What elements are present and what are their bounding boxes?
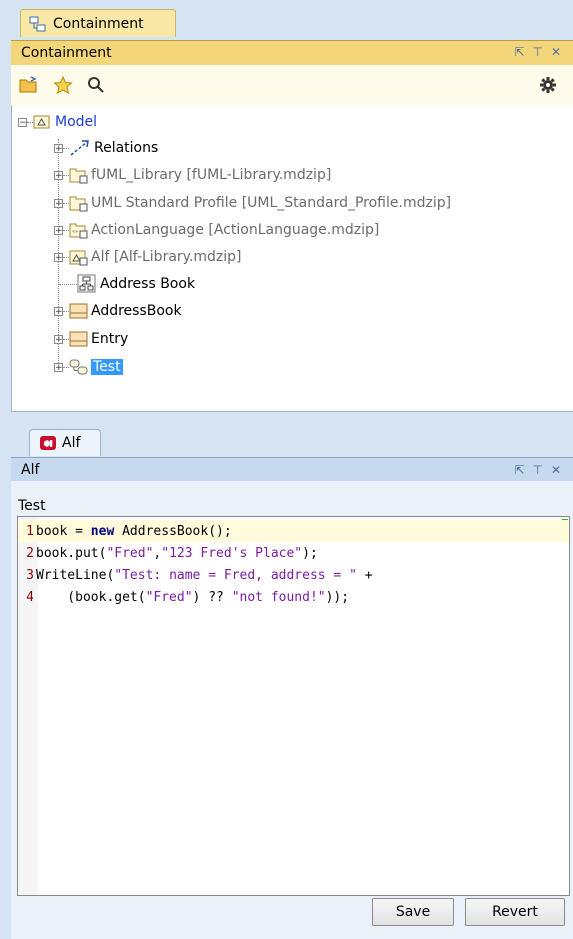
gear-icon[interactable] bbox=[539, 76, 557, 94]
tree-item-label: Test bbox=[91, 359, 123, 375]
model-lock-icon bbox=[69, 250, 88, 266]
tree-item-address-book-diagram[interactable]: Address Book bbox=[59, 272, 195, 296]
tree-item-test-activity[interactable]: + Test bbox=[54, 355, 123, 379]
package-lock-icon bbox=[69, 196, 88, 212]
tree-item-fuml-library[interactable]: + fUML_Library [fUML-Library.mdzip] bbox=[54, 163, 331, 187]
containment-panel-title: Containment bbox=[21, 45, 112, 61]
tree-item-label: Relations bbox=[94, 140, 159, 156]
containment-panel-header: Containment ⇱ ⊤ ✕ bbox=[11, 40, 573, 65]
expand-icon[interactable]: + bbox=[54, 252, 63, 262]
code-line[interactable]: 1 book = new AddressBook(); bbox=[18, 520, 569, 542]
code-text: book = bbox=[36, 523, 91, 539]
expand-icon[interactable]: + bbox=[54, 334, 63, 344]
code-line[interactable]: 2 book.put("Fred", "123 Fred's Place"); bbox=[18, 542, 569, 564]
model-icon bbox=[33, 115, 50, 129]
tree-item-label: AddressBook bbox=[91, 303, 182, 319]
code-text: WriteLine( bbox=[36, 567, 115, 583]
code-string: "not found!" bbox=[231, 589, 326, 605]
expand-icon[interactable]: + bbox=[54, 198, 63, 208]
tree-item-entry-class[interactable]: + Entry bbox=[54, 327, 128, 351]
tree-item-relations[interactable]: + Relations bbox=[54, 136, 158, 160]
search-icon[interactable] bbox=[87, 76, 105, 94]
code-string: "Test: name = Fred, address = " bbox=[114, 567, 357, 583]
code-text: (book.get( bbox=[36, 589, 146, 605]
containment-tree-icon bbox=[29, 16, 46, 31]
code-text: , bbox=[153, 545, 162, 561]
tab-alf[interactable]: Alf bbox=[29, 429, 101, 456]
tree-item-label: Entry bbox=[91, 331, 129, 347]
tree-item-label: fUML_Library [fUML-Library.mdzip] bbox=[91, 167, 332, 183]
tab-containment[interactable]: Containment bbox=[20, 9, 176, 37]
code-text: ); bbox=[302, 545, 318, 561]
code-string: "Fred" bbox=[106, 545, 154, 561]
code-text: )); bbox=[325, 589, 350, 605]
tree-item-label: Address Book bbox=[100, 276, 196, 292]
tab-containment-label: Containment bbox=[53, 15, 144, 32]
line-number: 3 bbox=[26, 567, 34, 583]
expand-icon[interactable]: + bbox=[54, 170, 63, 180]
tree-item-label: ActionLanguage [ActionLanguage.mdzip] bbox=[91, 222, 380, 238]
tree-item-alf[interactable]: + Alf [Alf-Library.mdzip] bbox=[54, 245, 242, 269]
editor-element-label: Test bbox=[18, 498, 46, 514]
undock-icon[interactable]: ⇱ bbox=[514, 45, 524, 59]
pin-icon[interactable]: ⊤ bbox=[532, 463, 542, 477]
tree-item-label: Alf [Alf-Library.mdzip] bbox=[91, 249, 242, 265]
revert-button[interactable]: Revert bbox=[465, 898, 565, 926]
alf-panel-header: Alf ⇱ ⊤ ✕ bbox=[11, 457, 573, 481]
containment-tree: − Model + Relations + fUML_Library [fUML… bbox=[11, 105, 573, 412]
code-text: ) ?? bbox=[192, 589, 232, 605]
code-text: AddressBook(); bbox=[114, 523, 232, 539]
profile-lock-icon: «» bbox=[69, 223, 88, 239]
containment-toolbar bbox=[11, 65, 573, 105]
alf-code-editor[interactable]: 1 book = new AddressBook(); 2 book.put("Fre… bbox=[17, 516, 570, 896]
alf-logo-icon bbox=[40, 436, 56, 450]
tree-item-actionlanguage[interactable]: + «» ActionLanguage [ActionLanguage.mdzi… bbox=[54, 218, 379, 242]
tree-root-label: Model bbox=[55, 114, 98, 130]
diagram-icon bbox=[77, 274, 96, 293]
expand-icon[interactable]: + bbox=[54, 306, 63, 316]
close-icon[interactable]: ✕ bbox=[551, 463, 561, 477]
expand-icon[interactable]: + bbox=[54, 362, 63, 372]
code-line[interactable]: 4 (book.get("Fred") ?? "not found!")); bbox=[18, 586, 569, 608]
expand-icon[interactable]: + bbox=[54, 143, 63, 153]
code-text: + bbox=[356, 567, 373, 583]
save-button[interactable]: Save bbox=[372, 898, 454, 926]
line-number: 1 bbox=[26, 523, 34, 539]
expand-icon[interactable]: + bbox=[54, 225, 63, 235]
svg-text:«»: «» bbox=[72, 229, 78, 235]
class-icon bbox=[69, 303, 88, 319]
close-icon[interactable]: ✕ bbox=[551, 45, 561, 59]
alf-panel-title: Alf bbox=[21, 461, 40, 478]
tree-root-model[interactable]: − Model bbox=[18, 110, 97, 134]
code-line[interactable]: 3 WriteLine("Test: name = Fred, address =… bbox=[18, 564, 569, 586]
code-keyword: new bbox=[90, 523, 115, 539]
code-string: "123 Fred's Place" bbox=[161, 545, 303, 561]
tab-alf-label: Alf bbox=[62, 435, 81, 451]
activity-icon bbox=[69, 359, 88, 375]
pin-icon[interactable]: ⊤ bbox=[532, 45, 542, 59]
package-lock-icon bbox=[69, 168, 88, 184]
class-icon bbox=[69, 331, 88, 347]
tree-item-uml-standard-profile[interactable]: + UML Standard Profile [UML_Standard_Pro… bbox=[54, 191, 451, 215]
code-text: book.put( bbox=[36, 545, 107, 561]
code-string: "Fred" bbox=[145, 589, 193, 605]
undock-icon[interactable]: ⇱ bbox=[514, 463, 524, 477]
line-number: 4 bbox=[26, 589, 34, 605]
collapse-icon[interactable]: − bbox=[18, 117, 27, 127]
relations-icon bbox=[70, 140, 89, 156]
open-folder-icon[interactable] bbox=[19, 76, 39, 94]
line-number: 2 bbox=[26, 545, 34, 561]
tree-item-addressbook-class[interactable]: + AddressBook bbox=[54, 299, 182, 323]
tree-item-label: UML Standard Profile [UML_Standard_Profi… bbox=[91, 195, 452, 211]
star-icon[interactable] bbox=[53, 76, 73, 94]
